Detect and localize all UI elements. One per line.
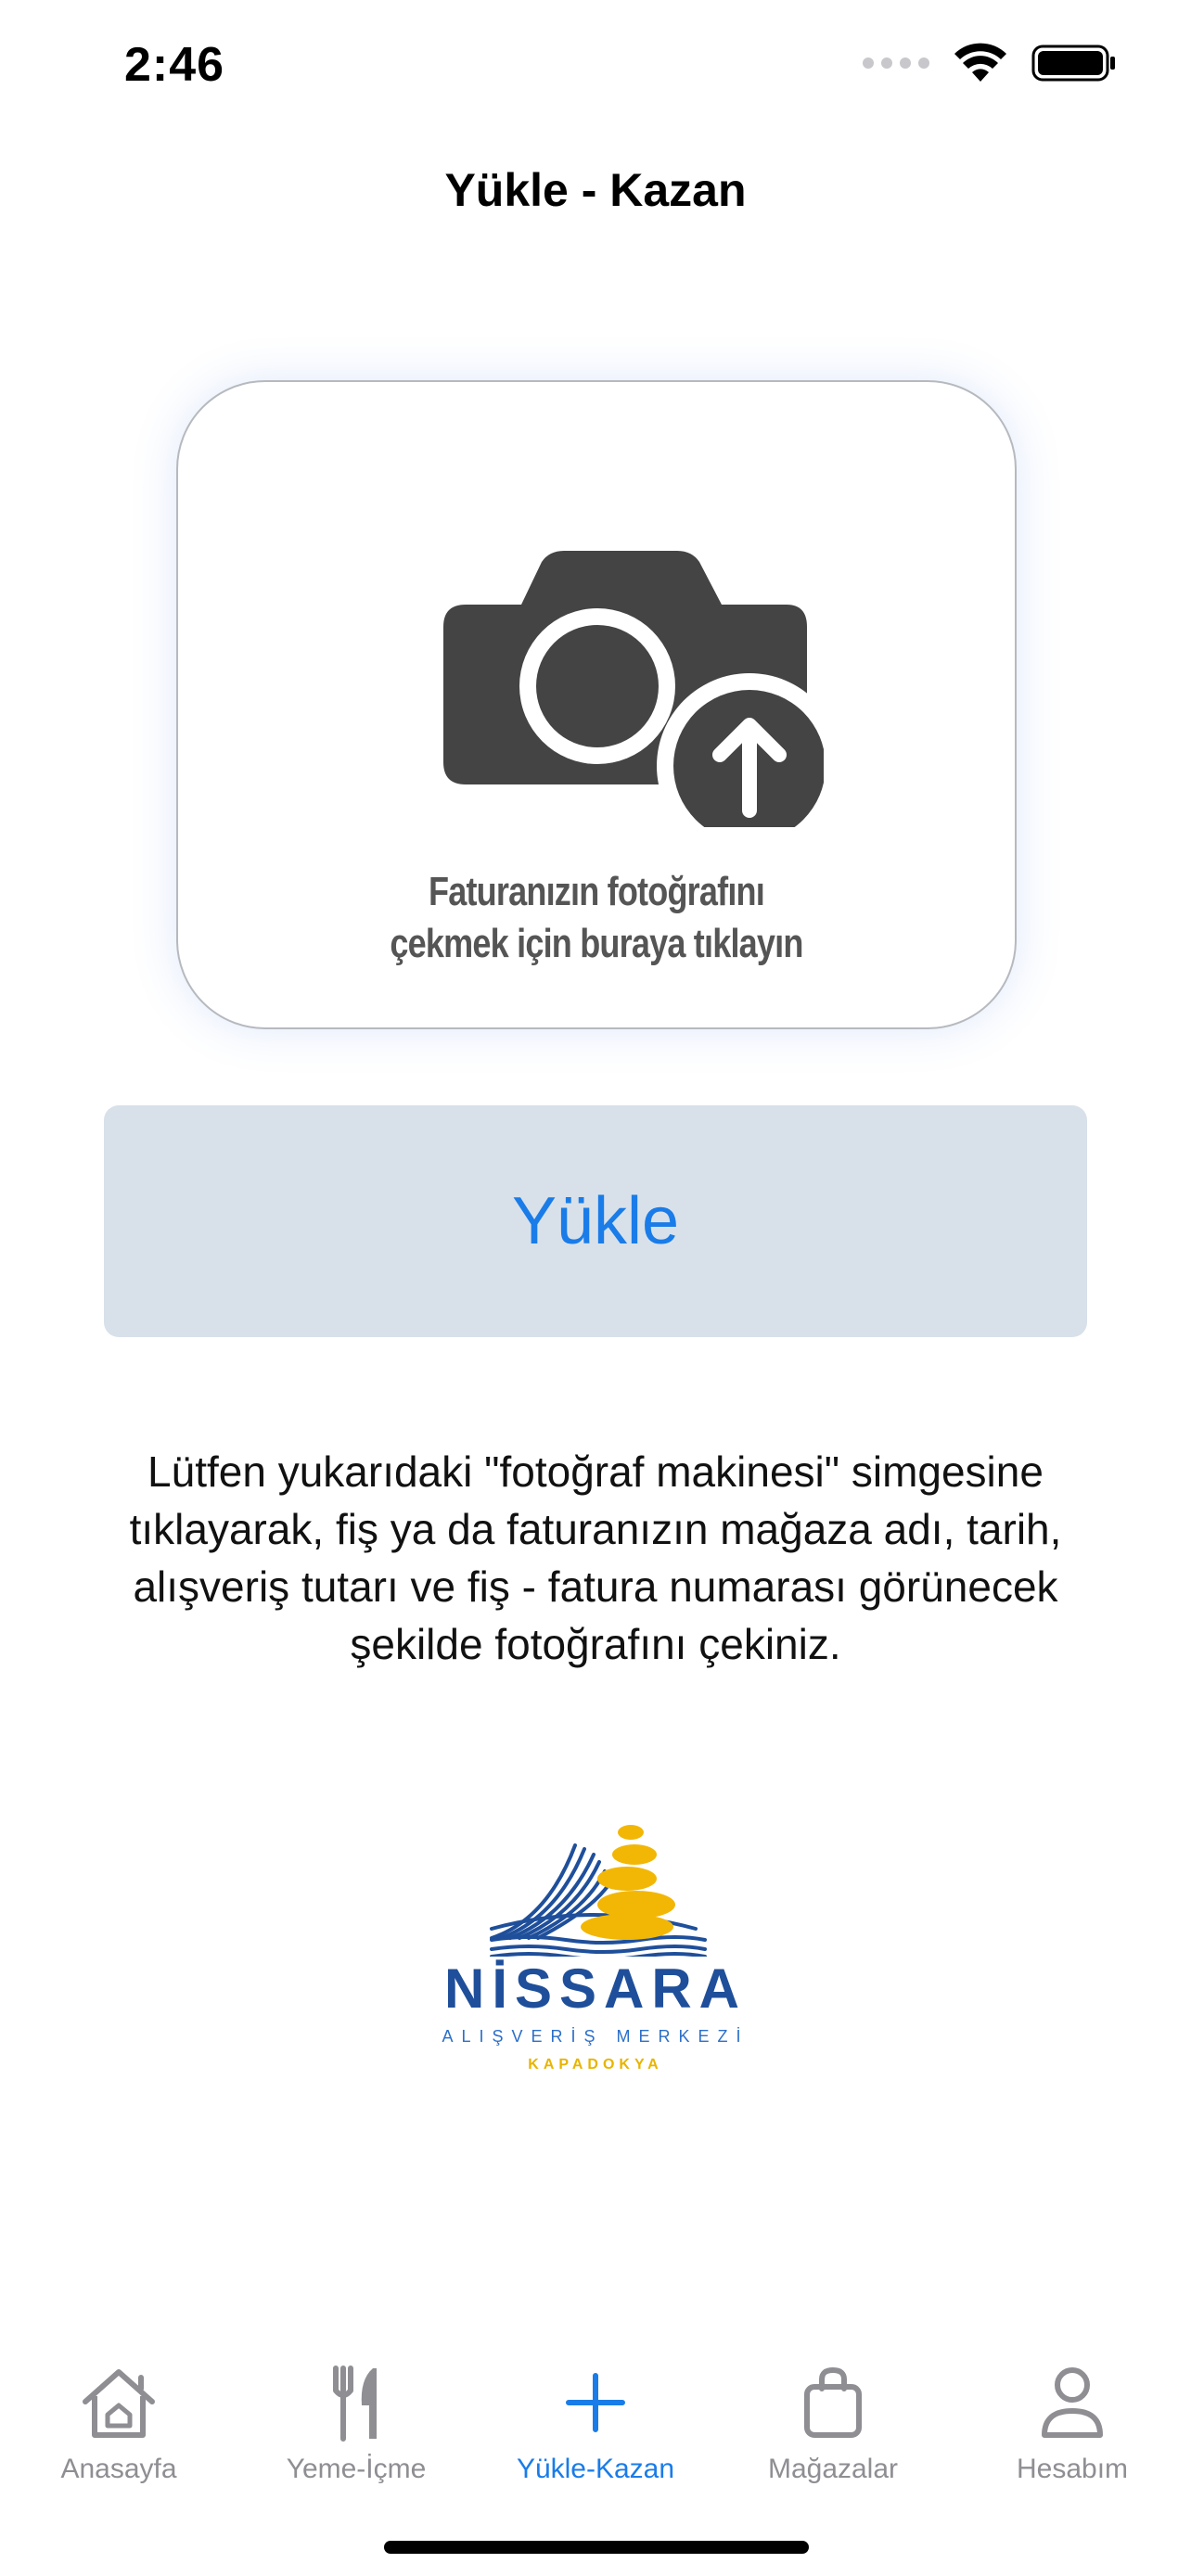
logo-subtitle: ALIŞVERİŞ MERKEZİ [442,2027,749,2046]
photo-capture-caption: Faturanızın fotoğrafını çekmek için bura… [253,866,940,970]
status-bar: 2:46 [0,0,1191,139]
tab-label: Anasayfa [60,2454,177,2484]
home-indicator [384,2541,809,2554]
status-icons [863,43,1117,83]
tab-yukle-kazan[interactable]: Yükle-Kazan [477,2357,714,2506]
nissara-logo: NİSSARA ALIŞVERİŞ MERKEZİ KAPADOKYA [436,1817,755,2077]
logo-region: KAPADOKYA [528,2057,663,2072]
instructions-text: Lütfen yukarıdaki "fotoğraf makinesi" si… [129,1447,1062,1668]
tab-hesabim[interactable]: Hesabım [954,2357,1191,2506]
tab-yeme-icme[interactable]: Yeme-İçme [237,2357,475,2506]
tab-magazalar[interactable]: Mağazalar [714,2357,952,2506]
status-time: 2:46 [124,38,225,92]
tab-anasayfa[interactable]: Anasayfa [0,2357,237,2506]
shopping-bag-icon [804,2366,862,2438]
camera-upload-icon [443,551,824,827]
nissara-logo-mark [490,1825,707,1957]
person-icon [1042,2367,1103,2438]
plus-icon [566,2373,625,2432]
cellular-signal-icon [863,57,929,69]
fork-knife-icon [333,2366,377,2442]
logo-name: NİSSARA [443,1958,748,2020]
tab-label: Yükle-Kazan [516,2454,675,2484]
upload-button[interactable]: Yükle [104,1105,1087,1337]
photo-capture-card[interactable]: Faturanızın fotoğrafını çekmek için bura… [176,380,1017,1029]
tab-label: Yeme-İçme [286,2454,427,2484]
caption-line-1: Faturanızın fotoğrafını [429,869,765,914]
battery-icon [1031,45,1115,82]
home-icon [83,2369,155,2438]
page-title: Yükle - Kazan [444,164,747,216]
wifi-icon [954,43,1006,82]
tab-label: Mağazalar [767,2454,899,2484]
tab-label: Hesabım [1016,2454,1129,2484]
caption-line-2: çekmek için buraya tıklayın [390,921,803,966]
